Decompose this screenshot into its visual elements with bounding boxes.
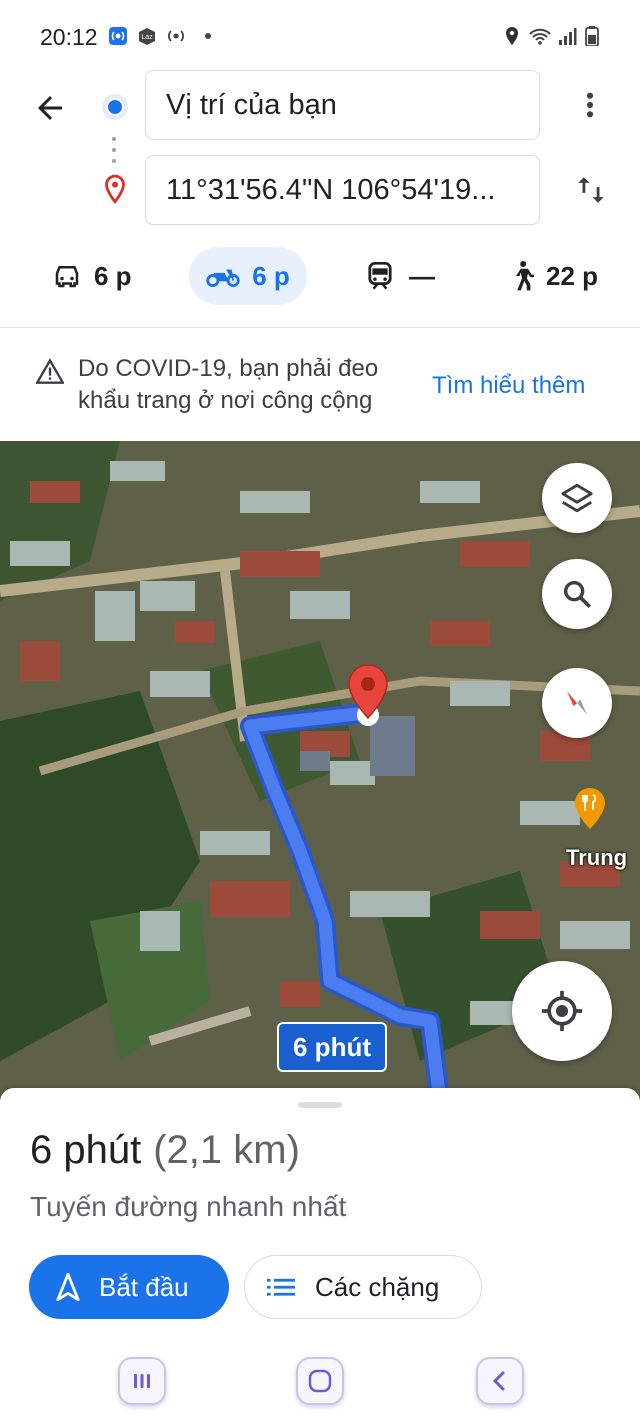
notice-message: Do COVID-19, bạn phải đeo khẩu trang ở n… xyxy=(78,355,379,414)
location-icon xyxy=(506,27,518,45)
compass-icon xyxy=(565,689,587,715)
dot-icon xyxy=(205,33,211,39)
mode-walk-label: 22 p xyxy=(546,260,599,291)
route-distance: (2,1 km) xyxy=(153,1128,300,1172)
home-button[interactable] xyxy=(296,1357,344,1405)
map-destination-pin-icon[interactable] xyxy=(344,663,392,727)
route-summary: 6 phút (2,1 km) xyxy=(30,1128,300,1173)
search-button[interactable] xyxy=(542,559,612,629)
wifi-icon xyxy=(529,28,551,45)
mode-walk[interactable]: 22 p xyxy=(510,247,598,305)
my-location-button[interactable] xyxy=(512,961,612,1061)
battery-icon xyxy=(585,26,599,46)
start-button-label: Bắt đầu xyxy=(99,1271,189,1302)
warning-icon xyxy=(36,358,64,384)
mode-transit[interactable]: — xyxy=(367,247,435,305)
destination-pin-icon xyxy=(105,174,125,204)
walk-icon xyxy=(516,261,534,291)
motorbike-icon xyxy=(206,269,240,288)
status-time: 20:12 xyxy=(40,24,98,50)
signal-icon xyxy=(559,28,577,45)
mode-car-label: 6 p xyxy=(94,260,132,291)
origin-input[interactable]: Vị trí của bạn xyxy=(145,70,540,140)
swap-icon[interactable] xyxy=(574,172,608,208)
learn-more-link[interactable]: Tìm hiểu thêm xyxy=(432,372,585,400)
navigation-arrow-icon xyxy=(56,1273,80,1301)
start-button[interactable]: Bắt đầu xyxy=(29,1255,229,1319)
compass-button[interactable] xyxy=(542,668,612,738)
mode-motorbike[interactable]: 6 p xyxy=(189,247,307,305)
route-dots-icon xyxy=(112,137,116,163)
mode-car[interactable]: 6 p xyxy=(52,247,132,305)
hotspot-icon xyxy=(168,30,184,42)
search-icon xyxy=(563,580,592,609)
route-duration: 6 phút xyxy=(30,1128,142,1172)
more-options-icon[interactable] xyxy=(574,87,606,123)
restaurant-marker-icon[interactable] xyxy=(572,786,608,832)
recents-icon xyxy=(134,1374,150,1388)
lazada-icon: Laz xyxy=(139,28,155,45)
svg-text:Laz: Laz xyxy=(141,34,153,41)
steps-button-label: Các chặng xyxy=(315,1271,440,1302)
mode-motorbike-label: 6 p xyxy=(252,260,290,291)
place-label[interactable]: Trung xyxy=(566,845,627,871)
route-time-label[interactable]: 6 phút xyxy=(277,1022,387,1072)
recent-apps-button[interactable] xyxy=(118,1357,166,1405)
steps-button[interactable]: Các chặng xyxy=(244,1255,482,1319)
back-arrow-icon[interactable] xyxy=(32,90,68,126)
mode-transit-label: — xyxy=(409,260,435,291)
destination-input[interactable]: 11°31'56.4"N 106°54'19... xyxy=(145,155,540,225)
list-icon xyxy=(267,1278,295,1296)
my-location-icon xyxy=(541,990,583,1032)
sheet-handle[interactable] xyxy=(298,1102,342,1108)
layers-button[interactable] xyxy=(542,463,612,533)
train-icon xyxy=(368,262,392,290)
back-button[interactable] xyxy=(476,1357,524,1405)
status-bar: 20:12 Laz xyxy=(0,0,640,70)
layers-icon xyxy=(561,483,593,513)
car-icon xyxy=(55,266,79,288)
route-subtitle: Tuyến đường nhanh nhất xyxy=(30,1191,347,1222)
covid-notice: Do COVID-19, bạn phải đeo khẩu trang ở n… xyxy=(0,327,640,441)
hotspot-icon xyxy=(109,27,127,45)
origin-dot-icon xyxy=(102,94,128,120)
map-view[interactable]: Trung 6 phút xyxy=(0,441,640,1101)
back-icon xyxy=(492,1371,505,1391)
home-icon xyxy=(308,1369,332,1393)
